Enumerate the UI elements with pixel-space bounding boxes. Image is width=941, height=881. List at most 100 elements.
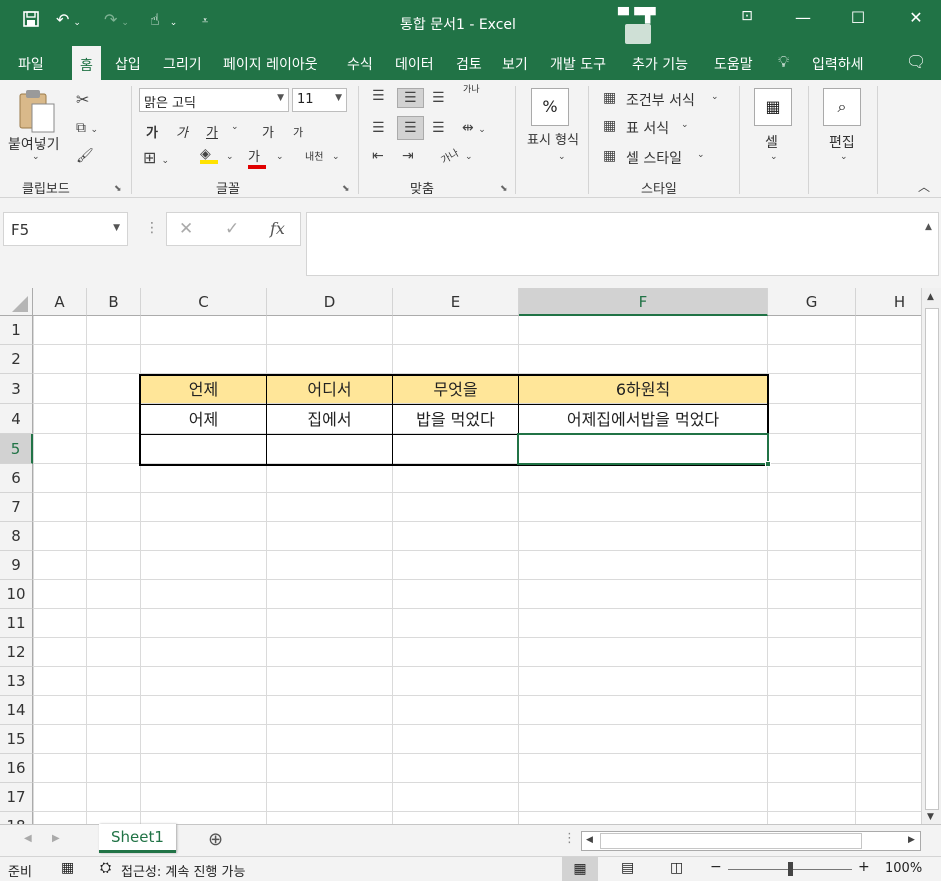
font-size-combo[interactable]: 11 ▼	[292, 88, 347, 112]
tab-home[interactable]: 홈	[72, 46, 101, 80]
scroll-left-icon[interactable]: ◀	[586, 835, 593, 845]
tab-view[interactable]: 보기	[502, 54, 528, 74]
cell-e5[interactable]	[393, 435, 519, 464]
splitter-icon[interactable]: ⋮	[145, 220, 159, 236]
copy-icon[interactable]: ⧉ ⌄	[76, 120, 98, 136]
phonetic-button[interactable]: 내천	[305, 148, 323, 163]
orientation-button[interactable]: 가나	[437, 144, 460, 167]
cell-e3[interactable]: 무엇을	[393, 375, 519, 404]
tab-help[interactable]: 도움말	[714, 54, 753, 74]
fill-handle[interactable]	[765, 461, 771, 467]
vertical-scroll-thumb[interactable]	[925, 308, 939, 810]
cells-icon[interactable]: ▦	[754, 88, 792, 126]
paste-button[interactable]: 붙여넣기	[8, 134, 60, 154]
wrap-text-button[interactable]: 가나	[463, 86, 481, 95]
italic-button[interactable]: 가	[176, 122, 188, 141]
tab-insert[interactable]: 삽입	[115, 54, 141, 74]
next-sheet-icon[interactable]: ▶	[52, 833, 60, 844]
tab-add-ins[interactable]: 추가 기능	[632, 54, 688, 74]
formula-input[interactable]	[306, 212, 939, 276]
bold-button[interactable]: 가	[146, 122, 158, 141]
touch-mode-icon[interactable]: ☝ ⌄	[150, 10, 177, 29]
cell-styles-icon[interactable]: ▦	[603, 148, 616, 164]
close-icon[interactable]: ✕	[896, 8, 936, 27]
alignment-launcher-icon[interactable]: ⬊	[500, 184, 508, 194]
align-right-icon[interactable]: ☰	[432, 120, 445, 136]
scroll-right-icon[interactable]: ▶	[908, 835, 915, 845]
tab-draw[interactable]: 그리기	[163, 54, 202, 74]
cell-e4[interactable]: 밥을 먹었다	[393, 405, 519, 434]
page-layout-view-icon[interactable]: ▤	[621, 860, 634, 876]
tab-page-layout[interactable]: 페이지 레이아웃	[223, 54, 318, 74]
account-area[interactable]: ▀▝▜▘	[618, 8, 661, 44]
scroll-up-icon[interactable]: ▲	[927, 292, 934, 302]
conditional-format-icon[interactable]: ▦	[603, 90, 616, 106]
cell-d3[interactable]: 어디서	[267, 375, 393, 404]
editing-button[interactable]: 편집	[829, 132, 855, 152]
add-sheet-icon[interactable]: ⊕	[208, 829, 223, 850]
tab-splitter-icon[interactable]: ⋮	[563, 831, 576, 846]
enter-icon[interactable]: ✓	[225, 219, 239, 239]
number-format-button[interactable]: 표시 형식	[526, 132, 580, 150]
worksheet-grid[interactable]: A B C D E F G H 1 2 3 4 5 6 7 8 9 10 11 …	[0, 288, 921, 824]
zoom-slider-thumb[interactable]	[788, 862, 793, 876]
tab-file[interactable]: 파일	[18, 54, 44, 74]
undo-icon[interactable]: ↶ ⌄	[56, 10, 81, 29]
fill-color-icon[interactable]: ◈	[200, 146, 218, 164]
scroll-down-icon[interactable]: ▼	[927, 812, 934, 822]
collapse-ribbon-icon[interactable]: ︿	[918, 178, 930, 195]
format-as-table-button[interactable]: 표 서식	[626, 118, 669, 138]
table-format-icon[interactable]: ▦	[603, 118, 616, 134]
decrease-indent-icon[interactable]: ⇤	[372, 148, 384, 164]
align-top-icon[interactable]: ☰	[372, 88, 385, 104]
cut-icon[interactable]: ✂	[76, 90, 89, 109]
cell-d4[interactable]: 집에서	[267, 405, 393, 434]
underline-button[interactable]: 가	[206, 122, 218, 141]
conditional-format-button[interactable]: 조건부 서식	[626, 90, 695, 110]
page-break-view-icon[interactable]: ◫	[670, 860, 683, 876]
cell-c4[interactable]: 어제	[141, 405, 267, 434]
expand-formula-icon[interactable]: ▲	[925, 222, 932, 232]
prev-sheet-icon[interactable]: ◀	[24, 833, 32, 844]
border-icon[interactable]: ⊞ ⌄	[143, 148, 169, 167]
normal-view-icon[interactable]: ▦	[562, 857, 598, 881]
tab-developer[interactable]: 개발 도구	[550, 54, 606, 74]
tab-review[interactable]: 검토	[456, 54, 482, 74]
name-box[interactable]: F5 ▼	[3, 212, 128, 246]
font-name-combo[interactable]: 맑은 고딕 ▼	[139, 88, 289, 112]
percent-icon[interactable]: %	[531, 88, 569, 126]
sheet-tab-sheet1[interactable]: Sheet1	[99, 824, 176, 853]
macro-record-icon[interactable]: ▦	[61, 860, 74, 876]
paste-icon[interactable]	[14, 88, 58, 134]
tell-me-input[interactable]: 입력하세	[812, 54, 864, 74]
tab-formulas[interactable]: 수식	[347, 54, 373, 74]
minimize-icon[interactable]: —	[783, 8, 823, 27]
horizontal-scroll-thumb[interactable]	[600, 833, 862, 849]
accessibility-status[interactable]: 접근성: 계속 진행 가능	[121, 861, 245, 880]
align-middle-icon[interactable]: ☰	[397, 88, 424, 108]
search-icon[interactable]: ⌕	[823, 88, 861, 126]
font-launcher-icon[interactable]: ⬊	[342, 184, 350, 194]
align-center-icon[interactable]: ☰	[397, 116, 424, 140]
lightbulb-icon[interactable]: 💡︎	[778, 52, 789, 72]
ribbon-display-icon[interactable]: ⊡	[727, 8, 767, 24]
maximize-icon[interactable]: ☐	[838, 8, 878, 27]
customize-icon[interactable]: ⩡	[202, 14, 208, 28]
font-color-button[interactable]: 가	[248, 146, 266, 169]
zoom-in-icon[interactable]: +	[858, 859, 870, 875]
shrink-font-button[interactable]: 가	[293, 124, 303, 140]
format-painter-icon[interactable]: 🖌︎	[76, 148, 94, 164]
cell-f3[interactable]: 6하원칙	[519, 375, 768, 404]
redo-icon[interactable]: ↷ ⌄	[104, 10, 129, 29]
zoom-level[interactable]: 100%	[885, 861, 922, 876]
cell-c5[interactable]	[141, 435, 267, 464]
align-left-icon[interactable]: ☰	[372, 120, 385, 136]
accessibility-icon[interactable]: ⛭	[100, 860, 111, 876]
vertical-scrollbar[interactable]: ▲ ▼	[921, 288, 941, 826]
insert-function-button[interactable]: fx	[270, 219, 285, 238]
horizontal-scrollbar[interactable]: ◀ ▶	[581, 831, 921, 851]
cancel-icon[interactable]: ✕	[179, 219, 193, 239]
align-bottom-icon[interactable]: ☰	[432, 90, 445, 106]
clipboard-launcher-icon[interactable]: ⬊	[114, 184, 122, 194]
cell-styles-button[interactable]: 셀 스타일	[626, 148, 682, 168]
